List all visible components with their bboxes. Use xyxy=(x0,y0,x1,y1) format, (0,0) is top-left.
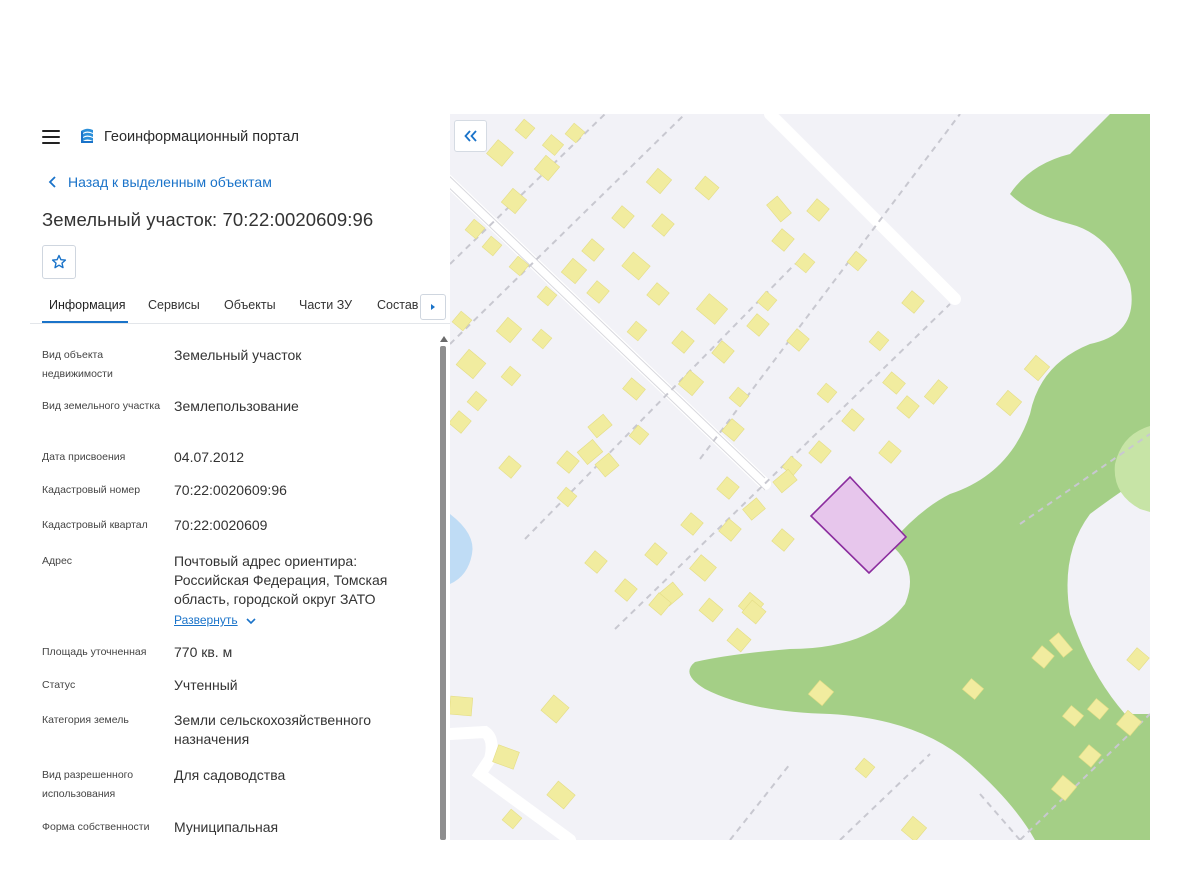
chevron-down-icon xyxy=(246,617,256,624)
tab-bar: Информация Сервисы Объекты Части ЗУ Сост… xyxy=(30,292,450,324)
expand-label: Развернуть xyxy=(174,613,238,627)
property-label: Вид земельного участка xyxy=(42,400,161,412)
scrollbar-thumb[interactable] xyxy=(440,346,446,840)
properties-list: Вид объекта недвижимости Земельный участ… xyxy=(30,336,438,840)
properties-scrollbar[interactable] xyxy=(439,336,448,840)
map-canvas xyxy=(450,114,1150,840)
object-title: Земельный участок: 70:22:0020609:96 xyxy=(42,209,374,230)
collapse-panel-button[interactable] xyxy=(454,120,487,152)
star-icon xyxy=(51,254,67,269)
property-label: Дата присвоения xyxy=(42,451,126,463)
favorite-button[interactable] xyxy=(42,245,76,279)
hamburger-icon[interactable] xyxy=(42,130,60,144)
app-header: Геоинформационный портал xyxy=(42,124,299,150)
property-label: Кадастровый квартал xyxy=(42,519,148,531)
expand-address-link[interactable]: Развернуть xyxy=(174,611,256,630)
map-view[interactable] xyxy=(450,114,1150,840)
tab-services[interactable]: Сервисы xyxy=(148,298,200,312)
address-expand-row: Развернуть xyxy=(174,610,414,630)
property-label: Категория земель xyxy=(42,714,129,726)
tab-parts[interactable]: Части ЗУ xyxy=(299,298,352,312)
property-value: Землепользование xyxy=(174,398,299,414)
info-panel: Геоинформационный портал Назад к выделен… xyxy=(30,114,450,840)
back-label: Назад к выделенным объектам xyxy=(68,174,272,190)
property-value: Учтенный xyxy=(174,677,238,693)
tab-objects[interactable]: Объекты xyxy=(224,298,276,312)
portal-logo-icon xyxy=(81,128,93,143)
property-value: Для садоводства xyxy=(174,767,286,783)
back-to-selection-link[interactable]: Назад к выделенным объектам xyxy=(46,174,272,190)
property-value: 770 кв. м xyxy=(174,644,233,660)
tab-composition[interactable]: Состав xyxy=(377,298,418,312)
triangle-right-icon xyxy=(431,304,435,310)
tab-information[interactable]: Информация xyxy=(49,298,126,312)
roads xyxy=(450,114,961,840)
property-value: 70:22:0020609 xyxy=(174,517,268,533)
property-value: Муниципальная xyxy=(174,819,279,835)
app-title: Геоинформационный портал xyxy=(104,129,299,145)
property-label: Форма собственности xyxy=(42,821,150,833)
property-label: Вид разрешенного использования xyxy=(42,769,134,800)
property-label: Адрес xyxy=(42,555,73,567)
property-label: Статус xyxy=(42,679,76,691)
selected-parcel xyxy=(809,475,908,575)
double-chevron-left-icon xyxy=(463,130,477,142)
water-body xyxy=(450,514,473,584)
tabs-scroll-right-button[interactable] xyxy=(420,294,446,320)
chevron-left-icon xyxy=(48,176,56,188)
property-value-address: Почтовый адрес ориентира: Российская Фед… xyxy=(174,553,388,607)
property-value: Земельный участок xyxy=(174,347,302,363)
property-value: 04.07.2012 xyxy=(174,449,245,465)
property-label: Площадь уточненная xyxy=(42,646,147,658)
property-label: Кадастровый номер xyxy=(42,484,141,496)
property-value: 70:22:0020609:96 xyxy=(174,482,287,498)
scroll-up-arrow-icon[interactable] xyxy=(440,336,448,342)
property-value: Земли сельскохозяйственного назначения xyxy=(174,712,372,747)
active-tab-indicator xyxy=(42,321,128,323)
property-label: Вид объекта недвижимости xyxy=(42,349,113,380)
